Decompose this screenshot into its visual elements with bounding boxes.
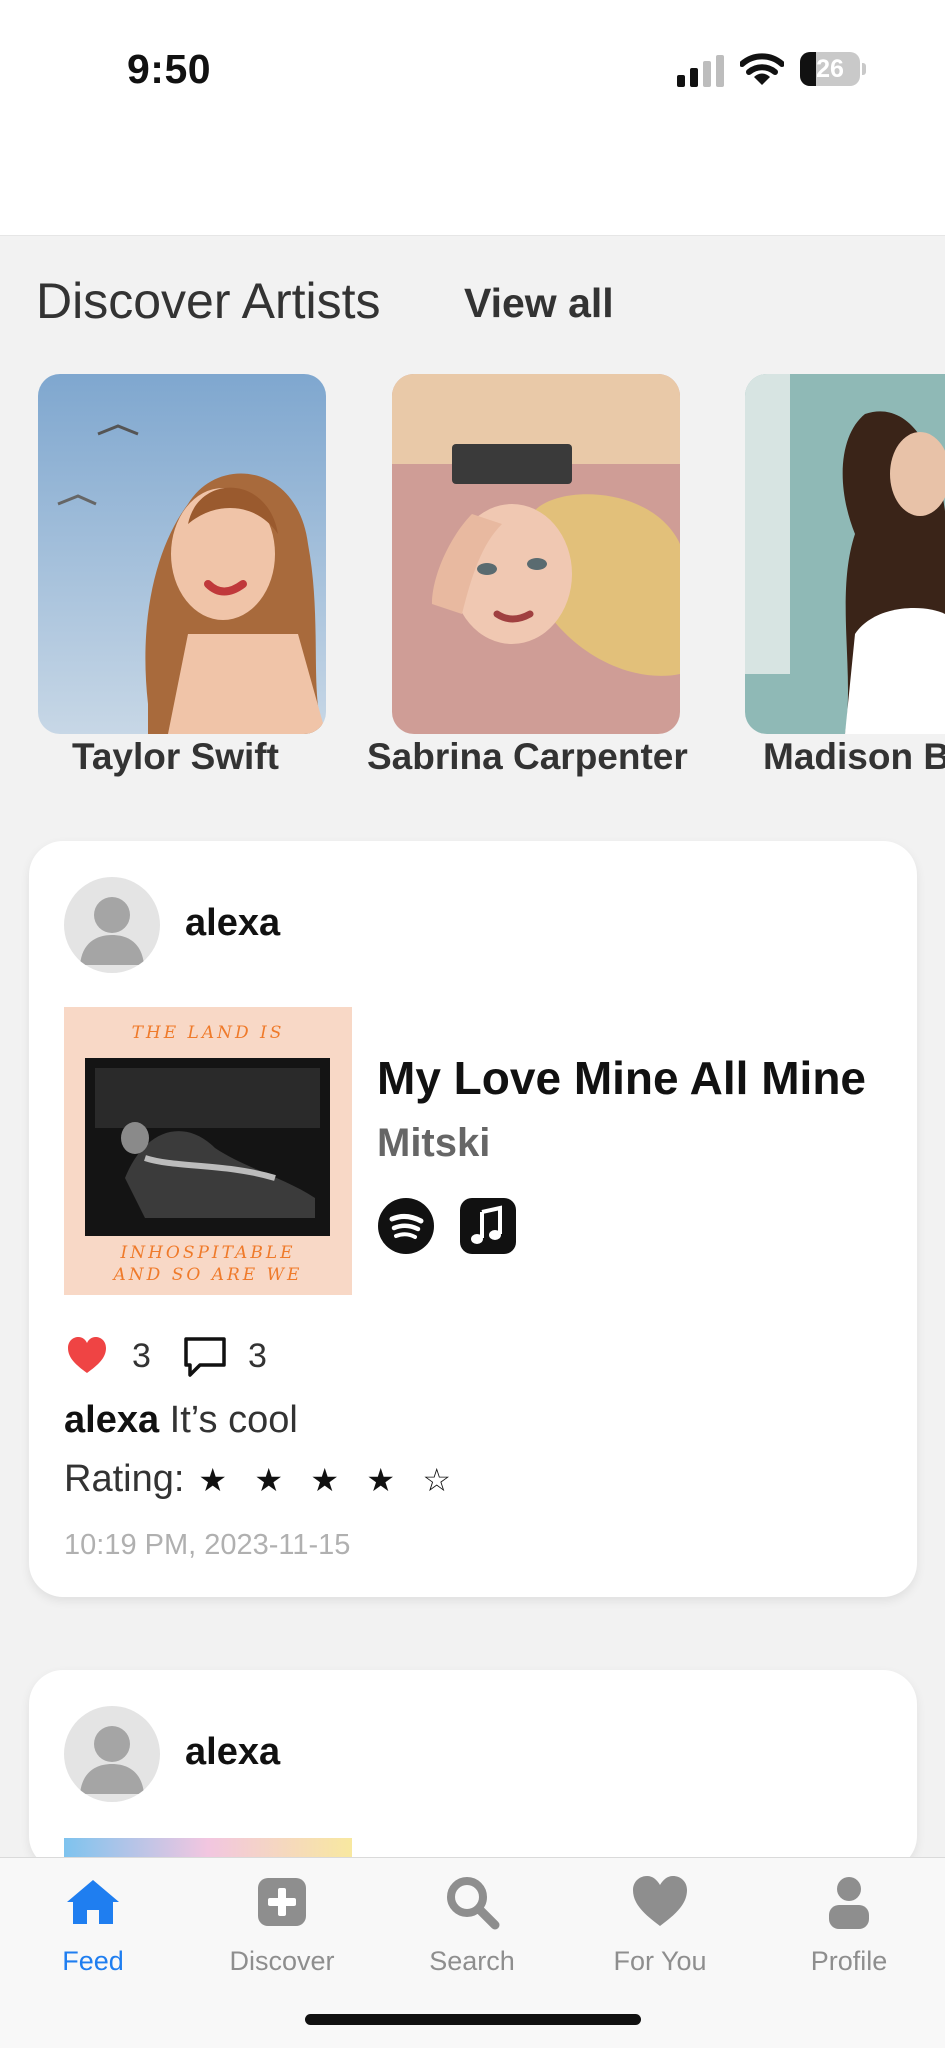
battery-level: 26 bbox=[816, 55, 844, 83]
star-outline-icon: ☆ bbox=[422, 1461, 452, 1498]
star-icon: ★ bbox=[198, 1461, 228, 1498]
post-caption: alexa It’s cool bbox=[64, 1399, 298, 1442]
comment-icon[interactable] bbox=[182, 1335, 228, 1379]
feed-post-card: alexa THE LAND IS INHOSPITABLE AND SO AR… bbox=[29, 841, 917, 1597]
tab-label: Discover bbox=[229, 1946, 335, 1976]
wifi-icon bbox=[740, 53, 784, 85]
status-time: 9:50 bbox=[127, 46, 212, 92]
like-count: 3 bbox=[132, 1337, 151, 1375]
artist-card-sabrina-carpenter[interactable]: Sabrina Carpenter bbox=[367, 374, 688, 777]
like-heart-icon[interactable] bbox=[66, 1335, 108, 1375]
post-username[interactable]: alexa bbox=[185, 1731, 280, 1774]
tab-for-you[interactable]: For You bbox=[580, 1872, 740, 1977]
rating-stars: ★ ★ ★ ★ ☆ bbox=[198, 1461, 478, 1499]
tab-label: Search bbox=[429, 1946, 515, 1976]
comment-count: 3 bbox=[248, 1337, 267, 1375]
artist-card-taylor-swift[interactable]: Taylor Swift bbox=[38, 374, 328, 777]
album-cover[interactable]: THE LAND IS INHOSPITABLE AND SO ARE WE bbox=[64, 1007, 352, 1295]
artist-name: Taylor Swift bbox=[72, 736, 279, 777]
rating-label: Rating: bbox=[64, 1458, 185, 1500]
star-icon: ★ bbox=[366, 1461, 396, 1498]
tab-label: Feed bbox=[62, 1946, 124, 1976]
star-icon: ★ bbox=[310, 1461, 340, 1498]
cellular-signal-icon bbox=[677, 55, 724, 87]
battery-icon: 26 bbox=[800, 52, 866, 86]
post-rating: Rating: ★ ★ ★ ★ ☆ bbox=[64, 1458, 478, 1501]
artist-photo bbox=[745, 374, 945, 734]
post-timestamp: 10:19 PM, 2023-11-15 bbox=[64, 1529, 351, 1561]
spotify-icon[interactable] bbox=[378, 1198, 434, 1254]
house-icon bbox=[67, 1880, 119, 1924]
artist-name: Madison B bbox=[763, 736, 945, 777]
view-all-link[interactable]: View all bbox=[464, 280, 614, 327]
section-title: Discover Artists bbox=[36, 273, 381, 329]
plus-square-icon bbox=[258, 1878, 306, 1926]
post-username[interactable]: alexa bbox=[185, 902, 280, 945]
tab-discover[interactable]: Discover bbox=[202, 1872, 362, 1977]
tab-feed[interactable]: Feed bbox=[13, 1872, 173, 1977]
feed-post-card: alexa bbox=[29, 1670, 917, 1870]
header: 9:50 26 bbox=[0, 0, 945, 236]
song-title[interactable]: My Love Mine All Mine bbox=[377, 1051, 866, 1105]
avatar[interactable] bbox=[64, 877, 160, 973]
heart-icon bbox=[633, 1876, 687, 1926]
artist-name: Sabrina Carpenter bbox=[367, 736, 688, 777]
tab-label: Profile bbox=[810, 1946, 888, 1976]
avatar[interactable] bbox=[64, 1706, 160, 1802]
artist-card-madison-beer[interactable]: Madison B bbox=[745, 374, 945, 777]
apple-music-icon[interactable] bbox=[460, 1198, 516, 1254]
artist-photo bbox=[392, 374, 680, 734]
song-artist[interactable]: Mitski bbox=[377, 1121, 490, 1166]
magnifier-icon bbox=[447, 1877, 500, 1930]
home-indicator bbox=[305, 2014, 641, 2025]
tab-search[interactable]: Search bbox=[392, 1872, 552, 1977]
caption-username[interactable]: alexa bbox=[64, 1399, 159, 1441]
artist-photo bbox=[38, 374, 326, 734]
tab-profile[interactable]: Profile bbox=[769, 1872, 929, 1977]
tab-label: For You bbox=[613, 1946, 707, 1976]
star-icon: ★ bbox=[254, 1461, 284, 1498]
person-icon bbox=[829, 1877, 869, 1929]
caption-text: It’s cool bbox=[169, 1399, 298, 1441]
